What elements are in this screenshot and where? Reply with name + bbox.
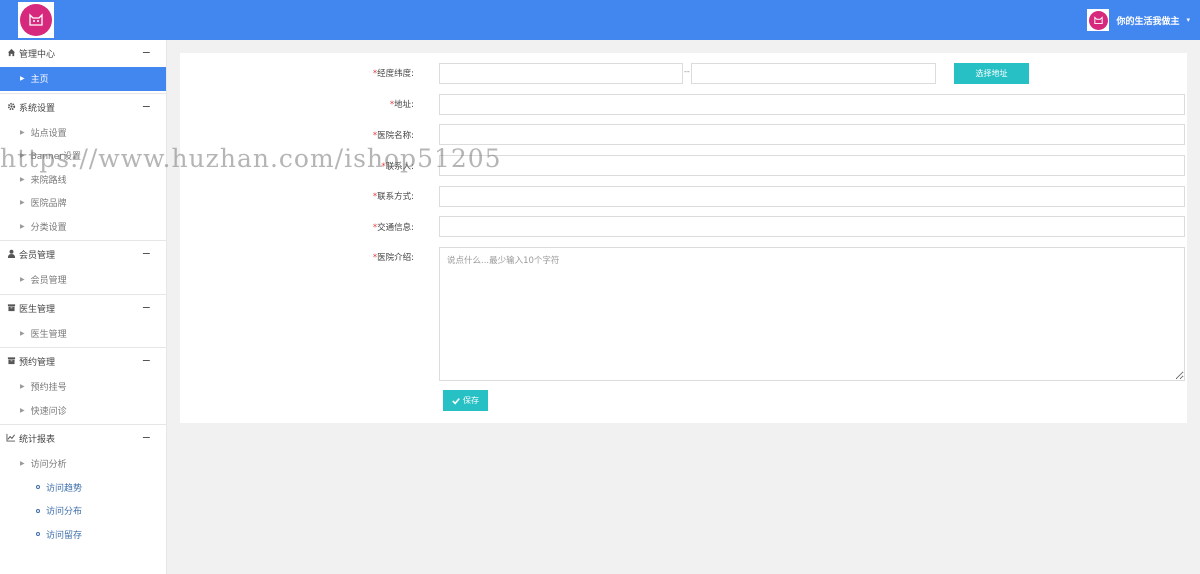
latlng-label: *经度纬度: [372, 69, 414, 79]
sidebar-section-title: 预约管理 [19, 358, 56, 368]
longitude-input[interactable] [439, 63, 683, 84]
intro-textarea-input[interactable] [440, 248, 1184, 380]
contact-label: *联系方式: [372, 192, 414, 202]
sidebar-section-title: 管理中心 [19, 50, 56, 60]
collapse-icon[interactable]: − [142, 46, 151, 59]
sidebar-item-registration[interactable]: ▶ 预约挂号 [0, 375, 166, 399]
sidebar-item-label: Banner设置 [30, 152, 81, 163]
collapse-icon[interactable]: − [142, 431, 151, 444]
intro-textarea[interactable] [439, 247, 1185, 381]
triangle-right-icon: ▶ [20, 75, 25, 83]
triangle-right-icon: ▶ [20, 329, 25, 337]
sidebar-section-reports[interactable]: 统计报表 − [0, 425, 166, 452]
sidebar-item-label: 分类设置 [30, 222, 67, 233]
sidebar-item-banner-settings[interactable]: ▶ Banner设置 [0, 144, 166, 168]
triangle-right-icon: ▶ [20, 406, 25, 414]
sidebar-item-quick-consult[interactable]: ▶ 快速问诊 [0, 399, 166, 423]
sidebar-section-admin[interactable]: 管理中心 − [0, 40, 166, 67]
archive-icon [6, 303, 16, 314]
circle-bullet-icon [36, 508, 40, 513]
contact-person-input[interactable] [439, 155, 1185, 176]
home-icon [6, 48, 16, 59]
circle-bullet-icon [36, 532, 40, 537]
address-label: *地址: [389, 100, 414, 110]
sidebar-item-label: 会员管理 [30, 276, 67, 287]
cat-logo-icon [20, 4, 52, 36]
sidebar-item-route[interactable]: ▶ 来院路线 [0, 168, 166, 192]
sidebar-section-title: 统计报表 [19, 435, 56, 445]
sidebar-section-title: 会员管理 [19, 251, 56, 261]
sidebar-section-doctors[interactable]: 医生管理 − [0, 295, 166, 322]
caret-down-icon: ▾ [1186, 16, 1190, 24]
sidebar-section-title: 医生管理 [19, 304, 56, 315]
hospital-name-label: *医院名称: [372, 131, 414, 141]
sidebar-item-label: 医生管理 [30, 329, 67, 340]
sidebar-subitem-label: 访问留存 [46, 530, 83, 541]
chart-icon [6, 433, 16, 444]
sidebar: 管理中心 − ▶ 主页 系统设置 − ▶ 站点设置 ▶ Banner设置 ▶ 来院路线… [0, 40, 167, 574]
sidebar-item-site-settings[interactable]: ▶ 站点设置 [0, 121, 166, 145]
collapse-icon[interactable]: − [142, 354, 151, 367]
latlng-separator: -- [684, 67, 690, 76]
sidebar-item-visit-analysis[interactable]: ▶ 访问分析 [0, 452, 166, 476]
sidebar-subitem-label: 访问分布 [46, 507, 83, 518]
top-navbar: 你的生活我做主 ▾ [0, 0, 1200, 40]
sidebar-item-members[interactable]: ▶ 会员管理 [0, 268, 166, 292]
username: 你的生活我做主 [1116, 16, 1180, 27]
sidebar-subitem-visit-distribution[interactable]: 访问分布 [0, 499, 166, 523]
latitude-input[interactable] [691, 63, 936, 84]
sidebar-section-members[interactable]: 会员管理 − [0, 241, 166, 268]
intro-label: *医院介绍: [372, 253, 414, 263]
traffic-label: *交通信息: [372, 223, 414, 233]
triangle-right-icon: ▶ [20, 383, 25, 391]
check-icon [452, 397, 460, 405]
triangle-right-icon: ▶ [20, 222, 25, 230]
triangle-right-icon: ▶ [20, 276, 25, 284]
sidebar-item-label: 访问分析 [30, 460, 67, 471]
triangle-right-icon: ▶ [20, 152, 25, 160]
pick-address-button[interactable]: 选择地址 [954, 63, 1029, 84]
sidebar-section-appointments[interactable]: 预约管理 − [0, 348, 166, 375]
user-menu[interactable]: 你的生活我做主 ▾ [1087, 9, 1190, 31]
address-input[interactable] [439, 94, 1185, 115]
user-icon [6, 249, 16, 260]
sidebar-item-doctors[interactable]: ▶ 医生管理 [0, 322, 166, 346]
sidebar-subitem-label: 访问趋势 [46, 483, 83, 494]
hospital-form-panel: *经度纬度: -- 选择地址 *地址: *医院名称: *联系人: *联系方式: … [180, 53, 1187, 423]
contact-input[interactable] [439, 186, 1185, 207]
avatar [1087, 9, 1110, 31]
triangle-right-icon: ▶ [20, 175, 25, 183]
collapse-icon[interactable]: − [142, 100, 151, 113]
triangle-right-icon: ▶ [20, 128, 25, 136]
sidebar-item-label: 医院品牌 [30, 199, 67, 210]
sidebar-section-title: 系统设置 [19, 103, 56, 114]
sidebar-item-label: 主页 [30, 75, 49, 86]
sidebar-item-home[interactable]: ▶ 主页 [0, 67, 166, 91]
sidebar-subitem-visit-retention[interactable]: 访问留存 [0, 523, 166, 547]
hospital-name-input[interactable] [439, 124, 1185, 145]
traffic-input[interactable] [439, 216, 1185, 237]
triangle-right-icon: ▶ [20, 199, 25, 207]
sidebar-item-label: 来院路线 [30, 175, 67, 186]
sidebar-item-category[interactable]: ▶ 分类设置 [0, 215, 166, 239]
sidebar-item-brand[interactable]: ▶ 医院品牌 [0, 191, 166, 215]
contact-person-label: *联系人: [381, 162, 414, 172]
logo[interactable] [18, 2, 54, 38]
circle-bullet-icon [36, 485, 40, 490]
save-button-label: 保存 [463, 396, 479, 405]
archive-icon [6, 356, 16, 367]
save-button[interactable]: 保存 [443, 390, 488, 411]
collapse-icon[interactable]: − [142, 301, 151, 314]
triangle-right-icon: ▶ [20, 460, 25, 468]
collapse-icon[interactable]: − [142, 247, 151, 260]
sidebar-item-label: 快速问诊 [30, 406, 67, 417]
sidebar-item-label: 预约挂号 [30, 383, 67, 394]
sidebar-item-label: 站点设置 [30, 128, 67, 139]
sidebar-section-system[interactable]: 系统设置 − [0, 94, 166, 121]
sidebar-subitem-visit-trend[interactable]: 访问趋势 [0, 476, 166, 500]
gear-icon [6, 102, 16, 113]
